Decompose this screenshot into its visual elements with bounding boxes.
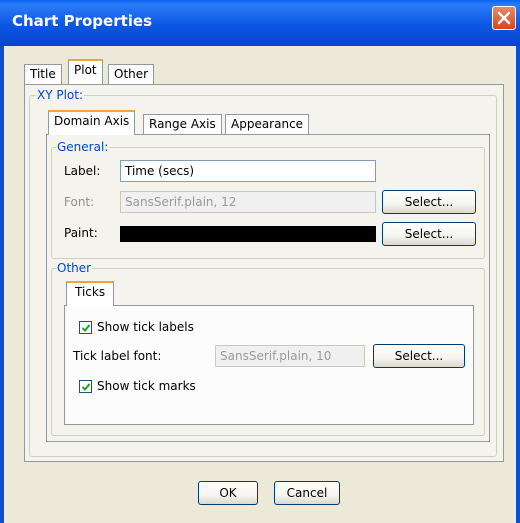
general-group: General: Label: Time (secs) Font: SansSe… xyxy=(51,140,485,259)
tab-ticks[interactable]: Ticks xyxy=(66,281,115,306)
tick-font-field: SansSerif.plain, 10 xyxy=(215,345,365,367)
font-caption: Font: xyxy=(64,195,95,209)
show-tick-marks-checkbox[interactable] xyxy=(79,380,92,393)
tab-other[interactable]: Other xyxy=(108,64,155,85)
tick-font-caption: Tick label font: xyxy=(73,349,162,363)
ticks-panel: Show tick labels Tick label font: SansSe… xyxy=(64,305,474,425)
close-button[interactable] xyxy=(492,6,516,30)
close-icon xyxy=(497,11,511,25)
show-tick-labels-label[interactable]: Show tick labels xyxy=(97,320,194,334)
dialog-window: Chart Properties Title Plot Other XY Plo… xyxy=(0,0,520,523)
paint-color-swatch[interactable] xyxy=(120,226,376,242)
domain-axis-panel: General: Label: Time (secs) Font: SansSe… xyxy=(46,134,490,442)
xy-plot-group-label: XY Plot: xyxy=(36,88,85,102)
tab-title[interactable]: Title xyxy=(24,64,62,85)
tab-plot[interactable]: Plot xyxy=(68,59,103,84)
label-caption: Label: xyxy=(64,164,101,178)
paint-caption: Paint: xyxy=(64,226,98,240)
dialog-body: Title Plot Other XY Plot: Domain Axis Ra… xyxy=(4,46,516,523)
title-bar[interactable]: Chart Properties xyxy=(0,0,520,46)
ok-button[interactable]: OK xyxy=(198,481,258,505)
dialog-title: Chart Properties xyxy=(12,12,153,30)
general-group-label: General: xyxy=(56,140,110,154)
tick-font-select-button[interactable]: Select... xyxy=(373,344,465,368)
show-tick-marks-label[interactable]: Show tick marks xyxy=(97,379,196,393)
tab-domain-axis[interactable]: Domain Axis xyxy=(48,110,136,135)
xy-plot-group: XY Plot: Domain Axis Range Axis Appearan… xyxy=(29,88,497,457)
tab-range-axis[interactable]: Range Axis xyxy=(143,114,222,135)
tab-appearance[interactable]: Appearance xyxy=(225,114,310,135)
checkmark-icon xyxy=(81,383,91,391)
plot-tab-panel: XY Plot: Domain Axis Range Axis Appearan… xyxy=(24,84,504,462)
font-select-button[interactable]: Select... xyxy=(382,190,476,214)
other-group-label: Other xyxy=(56,261,93,275)
font-field: SansSerif.plain, 12 xyxy=(120,191,376,213)
checkmark-icon xyxy=(81,324,91,332)
cancel-button[interactable]: Cancel xyxy=(274,481,340,505)
paint-select-button[interactable]: Select... xyxy=(382,222,476,246)
label-field[interactable]: Time (secs) xyxy=(120,160,376,182)
other-group: Other Ticks Show tick labels Tick label … xyxy=(51,261,485,436)
show-tick-labels-checkbox[interactable] xyxy=(79,321,92,334)
